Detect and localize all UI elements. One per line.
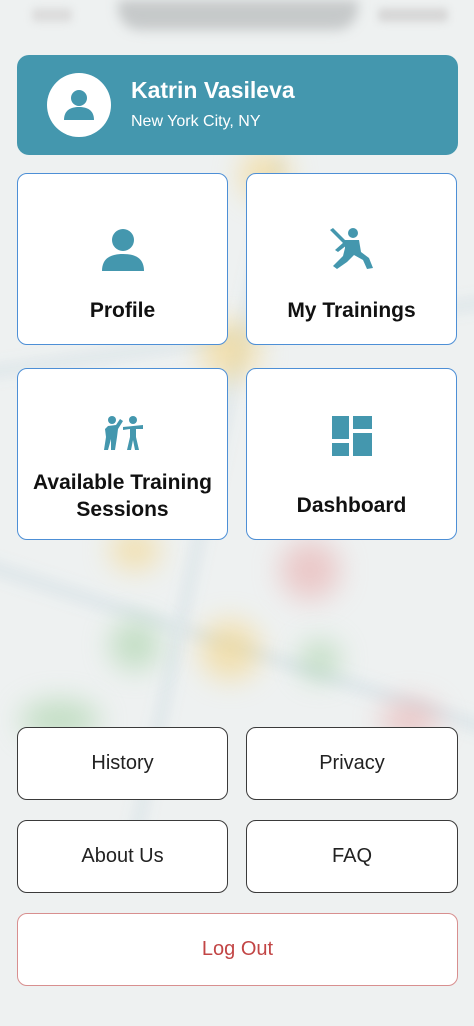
tile-label-my-trainings: My Trainings bbox=[287, 299, 416, 322]
profile-tile[interactable]: Profile bbox=[17, 173, 228, 345]
status-time bbox=[32, 8, 72, 22]
user-icon bbox=[64, 90, 94, 120]
cricket-player-icon bbox=[329, 228, 373, 269]
tile-label-profile: Profile bbox=[89, 299, 156, 322]
my-trainings-tile[interactable]: My Trainings bbox=[246, 173, 457, 345]
tile-label-available-sessions: Available Training Sessions bbox=[33, 471, 212, 521]
about-us-button[interactable]: About Us bbox=[17, 820, 228, 893]
stretching-people-icon bbox=[103, 416, 143, 450]
logout-button[interactable]: Log Out bbox=[17, 913, 458, 986]
privacy-button[interactable]: Privacy bbox=[246, 727, 458, 800]
faq-button[interactable]: FAQ bbox=[246, 820, 458, 893]
available-sessions-tile[interactable]: Available Training Sessions bbox=[17, 368, 228, 540]
tile-label-dashboard: Dashboard bbox=[296, 494, 407, 517]
dashboard-tile[interactable]: Dashboard bbox=[246, 368, 457, 540]
dashboard-icon bbox=[331, 416, 372, 456]
avatar[interactable] bbox=[47, 73, 111, 137]
status-icons bbox=[378, 8, 448, 22]
history-button[interactable]: History bbox=[17, 727, 228, 800]
user-name: Katrin Vasileva bbox=[131, 77, 295, 103]
user-header-card: Katrin Vasileva New York City, NY bbox=[17, 55, 458, 155]
user-location: New York City, NY bbox=[131, 113, 261, 130]
person-icon bbox=[101, 229, 144, 271]
device-notch bbox=[118, 0, 358, 30]
status-bar bbox=[0, 0, 474, 40]
